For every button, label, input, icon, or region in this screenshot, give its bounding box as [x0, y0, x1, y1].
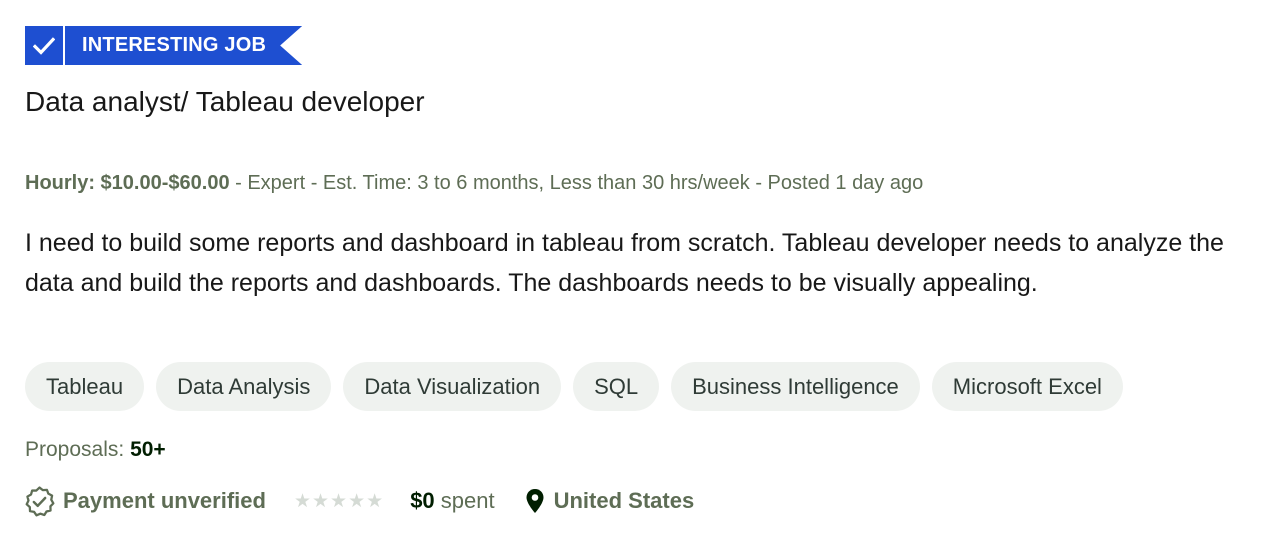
job-card[interactable]: INTERESTING JOB Data analyst/ Tableau de…	[0, 0, 1280, 558]
skill-tag[interactable]: Data Analysis	[156, 362, 332, 411]
client-spent: $0 spent	[410, 488, 494, 514]
job-description: I need to build some reports and dashboa…	[25, 229, 1224, 297]
skill-tag[interactable]: SQL	[573, 362, 660, 411]
star-icon: ★	[293, 490, 311, 512]
job-title[interactable]: Data analyst/ Tableau developer	[25, 86, 425, 118]
checkmark-icon	[25, 26, 65, 65]
client-info: Payment unverified ★ ★ ★ ★ ★ $0 spent Un…	[23, 484, 694, 518]
proposals-count: Proposals: 50+	[25, 438, 166, 462]
proposals-value: 50+	[130, 438, 166, 461]
interesting-job-badge: INTERESTING JOB	[25, 26, 302, 65]
proposals-label: Proposals:	[25, 438, 131, 461]
verified-badge-icon	[23, 485, 56, 518]
skill-tag[interactable]: Tableau	[25, 362, 145, 411]
payment-status: Payment unverified	[23, 485, 266, 518]
map-pin-icon	[525, 488, 545, 514]
spent-amount: $0	[410, 488, 435, 513]
location-label: United States	[553, 488, 695, 513]
skill-tag[interactable]: Business Intelligence	[671, 362, 920, 411]
job-meta-details: - Expert - Est. Time: 3 to 6 months, Les…	[229, 172, 924, 194]
badge-label: INTERESTING JOB	[65, 26, 302, 65]
star-icon: ★	[366, 490, 384, 512]
skill-tag[interactable]: Microsoft Excel	[931, 362, 1123, 411]
star-icon: ★	[312, 490, 330, 512]
star-icon: ★	[330, 490, 348, 512]
payment-status-label: Payment unverified	[63, 488, 266, 513]
star-icon: ★	[348, 490, 366, 512]
spent-label: spent	[434, 488, 495, 513]
client-rating: ★ ★ ★ ★ ★	[294, 492, 383, 511]
job-rate: Hourly: $10.00-$60.00	[25, 172, 230, 194]
skills-list: Tableau Data Analysis Data Visualization…	[25, 362, 1123, 411]
job-meta: Hourly: $10.00-$60.00 - Expert - Est. Ti…	[25, 172, 923, 195]
skill-tag[interactable]: Data Visualization	[343, 362, 562, 411]
client-location: United States	[525, 488, 695, 514]
